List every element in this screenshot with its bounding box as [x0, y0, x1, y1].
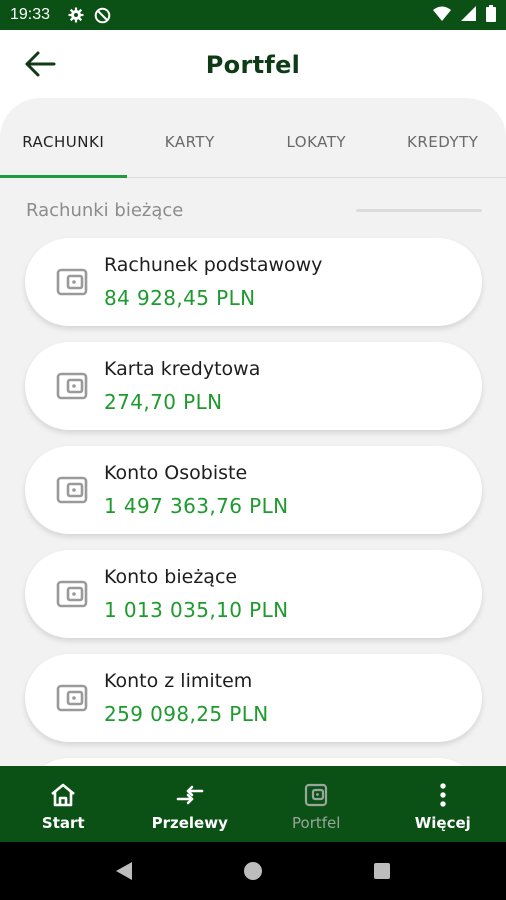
account-name: Konto bieżące [104, 566, 238, 588]
account-name: Konto z limitem [104, 670, 253, 692]
main-content: RACHUNKI KARTY LOKATY KREDYTY Rachunki b… [0, 98, 506, 766]
blocked-icon [94, 7, 111, 24]
account-name: Rachunek podstawowy [104, 254, 323, 276]
account-amount: 274,70 PLN [104, 390, 223, 414]
nav-label: Start [41, 814, 85, 832]
wallet-icon [56, 371, 88, 401]
nav-start[interactable]: Start [0, 766, 127, 842]
nav-label: Przelewy [151, 814, 228, 832]
transfer-icon [176, 782, 204, 808]
home-icon [50, 782, 76, 808]
account-card[interactable]: Konto z limitem 259 098,25 PLN [25, 654, 482, 742]
account-amount: 1 497 363,76 PLN [104, 494, 289, 518]
app-bar: Portfel [0, 30, 506, 100]
account-card[interactable]: Karta kredytowa 274,70 PLN [25, 342, 482, 430]
account-name: Konto Osobiste [104, 462, 248, 484]
nav-przelewy[interactable]: Przelewy [127, 766, 254, 842]
wallet-icon [304, 782, 328, 808]
account-card[interactable]: Konto Osobiste 1 497 363,76 PLN [25, 446, 482, 534]
tab-label: RACHUNKI [22, 133, 105, 151]
nav-label: Więcej [414, 814, 471, 832]
status-right-icons [433, 4, 496, 26]
signal-icon [461, 5, 476, 25]
more-vertical-icon [439, 782, 447, 808]
wifi-icon [433, 6, 451, 25]
nav-portfel[interactable]: Portfel [253, 766, 380, 842]
tab-kredyty[interactable]: KREDYTY [380, 98, 506, 177]
tab-lokaty[interactable]: LOKATY [253, 98, 380, 177]
settings-icon [68, 7, 84, 23]
tab-label: LOKATY [286, 133, 347, 151]
account-amount: 84 928,45 PLN [104, 286, 256, 310]
section-title: Rachunki bieżące [26, 200, 184, 221]
tab-bar: RACHUNKI KARTY LOKATY KREDYTY [0, 98, 506, 178]
system-navigation [0, 842, 506, 900]
wallet-icon [56, 475, 88, 505]
back-button[interactable] [22, 50, 58, 82]
tab-rachunki[interactable]: RACHUNKI [0, 98, 127, 178]
back-triangle-icon[interactable] [104, 851, 144, 891]
battery-icon [486, 4, 496, 26]
nav-wiecej[interactable]: Więcej [380, 766, 506, 842]
wallet-icon [56, 267, 88, 297]
account-name: Karta kredytowa [104, 358, 261, 380]
tab-label: KREDYTY [407, 133, 479, 151]
home-circle-icon[interactable] [233, 851, 273, 891]
section-divider [356, 209, 482, 212]
arrow-left-icon [24, 50, 56, 82]
account-amount: 259 098,25 PLN [104, 702, 269, 726]
recents-square-icon[interactable] [362, 851, 402, 891]
tab-karty[interactable]: KARTY [127, 98, 254, 177]
wallet-icon [56, 579, 88, 609]
bottom-navigation: Start Przelewy Portfel Więcej [0, 766, 506, 842]
account-amount: 1 013 035,10 PLN [104, 598, 289, 622]
account-card[interactable]: Rachunek podstawowy 84 928,45 PLN [25, 238, 482, 326]
nav-label: Portfel [292, 814, 341, 832]
account-card[interactable]: Konto bieżące 1 013 035,10 PLN [25, 550, 482, 638]
page-title: Portfel [205, 51, 301, 79]
status-bar: 19:33 [0, 0, 506, 30]
account-card-partial[interactable] [25, 758, 482, 766]
wallet-icon [56, 683, 88, 713]
tab-label: KARTY [164, 133, 215, 151]
status-time: 19:33 [10, 6, 51, 23]
